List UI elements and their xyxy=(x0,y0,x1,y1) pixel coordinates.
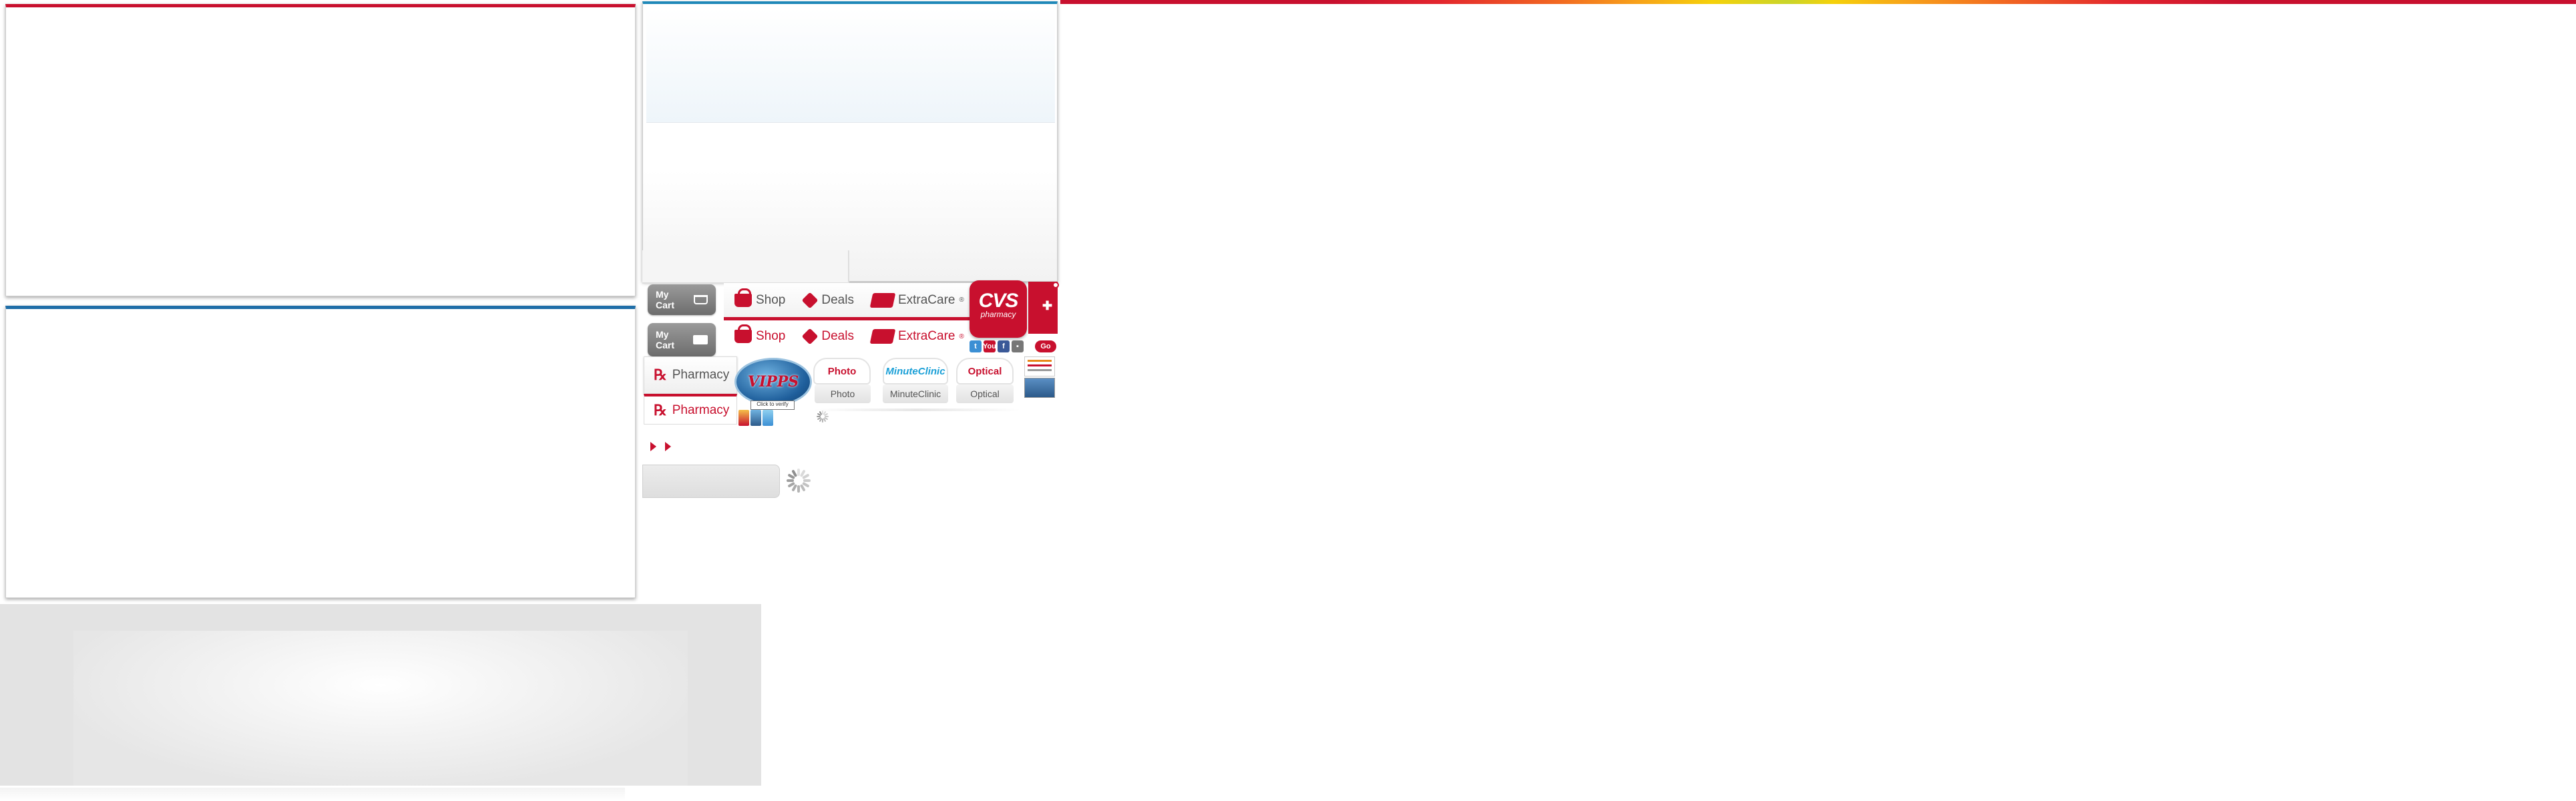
nav-shop-label: Shop xyxy=(756,329,786,343)
brand-rainbow-strip xyxy=(1060,0,2576,4)
social-icons: t You f ▪ xyxy=(970,340,1024,352)
my-cart-label: My Cart xyxy=(656,289,675,310)
pharmacy-tab[interactable]: ℞ Pharmacy xyxy=(644,356,737,394)
pharmacy-label: Pharmacy xyxy=(672,403,730,417)
youtube-icon[interactable]: You xyxy=(983,340,996,352)
search-input[interactable] xyxy=(642,465,780,498)
badge-icon xyxy=(750,410,761,426)
nav-extracare-label: ExtraCare xyxy=(897,292,955,307)
popup-tab-notch xyxy=(642,250,849,284)
ad-thumbnail[interactable] xyxy=(1024,378,1055,398)
nav-extracare[interactable]: ExtraCare ® xyxy=(869,292,964,308)
nav-deals-label: Deals xyxy=(821,329,854,343)
cart-icon xyxy=(692,335,708,344)
modal-card-red xyxy=(5,4,636,296)
divider xyxy=(813,409,1020,411)
tab-minuteclinic-inactive[interactable]: MinuteClinic xyxy=(883,384,948,403)
tab-minuteclinic[interactable]: MinuteClinic xyxy=(883,358,948,384)
mobile-icon[interactable]: ▪ xyxy=(1012,340,1024,352)
twitter-icon[interactable]: t xyxy=(970,340,982,352)
basket-icon xyxy=(734,324,752,343)
nav-extracare-hover[interactable]: ExtraCare ® xyxy=(869,329,964,344)
registered-mark: ® xyxy=(959,332,964,340)
modal-card-blue xyxy=(5,306,636,598)
logo-subtext: pharmacy xyxy=(980,310,1016,319)
tab-optical[interactable]: Optical xyxy=(956,358,1014,384)
arrow-right-icon[interactable] xyxy=(665,442,671,451)
logo-text: CVS xyxy=(978,290,1019,312)
cvs-logo[interactable]: CVS pharmacy xyxy=(970,280,1027,338)
card-icon xyxy=(869,292,896,308)
nav-deals-label: Deals xyxy=(821,292,854,307)
nav-shop-label: Shop xyxy=(756,292,786,307)
rx-icon: ℞ xyxy=(654,366,667,384)
my-cart-button-alt[interactable]: My Cart xyxy=(648,323,716,356)
badge-icon xyxy=(763,410,773,426)
tag-icon xyxy=(801,328,819,345)
spinner-spoke xyxy=(787,479,794,482)
spinner-icon xyxy=(816,410,829,423)
nav-shop-hover[interactable]: Shop xyxy=(734,324,786,344)
registered-mark: ® xyxy=(959,296,964,304)
bottom-strip xyxy=(0,788,625,801)
plus-icon: ✚ xyxy=(1042,299,1053,312)
basket-icon xyxy=(693,295,708,304)
nav-deals[interactable]: Deals xyxy=(801,292,854,308)
card-icon xyxy=(869,329,896,344)
vipps-verify-label[interactable]: Click to verify xyxy=(750,400,795,410)
ad-thumbnail[interactable] xyxy=(1024,356,1055,376)
pharmacy-tab-active[interactable]: ℞ Pharmacy xyxy=(644,394,737,425)
rx-icon: ℞ xyxy=(654,401,667,419)
nav-shop[interactable]: Shop xyxy=(734,288,786,308)
my-cart-label: My Cart xyxy=(656,329,675,350)
popup-header-area xyxy=(646,8,1055,123)
dot-icon xyxy=(1052,282,1059,288)
pharmacy-label: Pharmacy xyxy=(672,368,730,382)
background-panel-glow xyxy=(73,631,688,786)
mini-badges xyxy=(738,410,773,426)
spinner-spoke xyxy=(803,479,811,482)
tab-photo-inactive[interactable]: Photo xyxy=(815,384,871,403)
nav-extracare-label: ExtraCare xyxy=(897,329,955,343)
spinner-icon xyxy=(785,467,812,494)
tab-optical-inactive[interactable]: Optical xyxy=(956,384,1014,403)
spinner-spoke xyxy=(797,485,800,493)
go-button[interactable]: Go xyxy=(1035,340,1056,352)
tag-icon xyxy=(801,292,819,308)
spinner-spoke xyxy=(822,419,823,423)
vipps-seal[interactable]: VIPPS xyxy=(734,358,812,406)
basket-icon xyxy=(734,288,752,307)
main-nav-hover: Shop Deals ExtraCare ® xyxy=(724,322,978,351)
badge-icon xyxy=(738,410,749,426)
nav-deals-hover[interactable]: Deals xyxy=(801,328,854,345)
facebook-icon[interactable]: f xyxy=(998,340,1010,352)
main-nav: Shop Deals ExtraCare ® xyxy=(724,283,978,320)
tab-photo[interactable]: Photo xyxy=(813,358,871,384)
arrow-right-icon[interactable] xyxy=(650,442,656,451)
my-cart-button[interactable]: My Cart xyxy=(648,284,716,315)
vipps-logo-text: VIPPS xyxy=(747,373,799,390)
